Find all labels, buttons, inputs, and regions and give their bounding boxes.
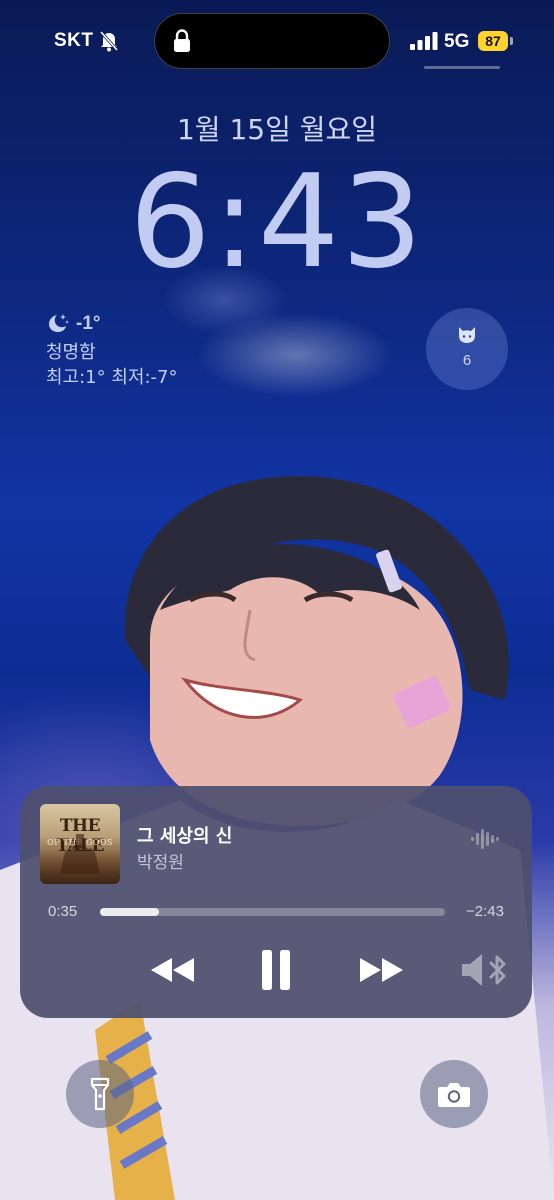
battery-tip [510,37,513,45]
song-title: 그 세상의 신 [137,826,233,847]
cat-face-icon [459,327,475,343]
elapsed-time: 0:35 [48,903,78,920]
weather-temperature: -1° [76,313,101,334]
carrier-label: SKT [54,30,94,51]
flashlight-icon [90,1077,110,1111]
weather-condition: 청명함 [46,342,96,363]
flashlight-button[interactable] [66,1060,134,1128]
cat-widget-count: 6 [462,352,472,369]
rewind-button[interactable] [148,946,198,994]
playback-progress-fill [100,908,159,916]
fast-forward-button[interactable] [356,946,406,994]
status-bar-handle[interactable] [424,66,500,69]
now-playing-widget[interactable]: THE TALE OF THE GODS 그 세상의 신 박정원 0:35 −2… [20,786,532,1018]
network-type-label: 5G [444,31,470,52]
album-art[interactable]: THE TALE OF THE GODS [40,804,120,884]
weather-high-low: 최고:1° 최저:-7° [46,367,178,388]
album-art-illustration [60,834,100,874]
silent-mode-icon [99,31,119,52]
lock-icon [174,29,190,52]
playback-scrubber[interactable] [100,908,445,916]
forward-icon [360,958,403,982]
moon-stars-icon [49,314,69,332]
battery-indicator: 87 [478,31,508,51]
status-bar: SKT 5G 87 [0,0,554,80]
weather-widget[interactable]: -1° 청명함 최고:1° 최저:-7° [46,310,266,390]
rewind-icon [151,958,194,982]
waveform-icon [471,829,499,849]
song-artist: 박정원 [137,853,184,873]
pause-icon [262,950,290,990]
dynamic-island[interactable] [154,13,390,69]
remaining-time: −2:43 [466,903,504,920]
speaker-bluetooth-icon [462,954,506,986]
lock-date: 1월 15일 월요일 [176,113,378,146]
cat-widget[interactable]: 6 [426,308,508,390]
camera-button[interactable] [420,1060,488,1128]
pause-button[interactable] [252,946,300,994]
audio-output-button[interactable] [458,946,510,994]
signal-icon [410,32,438,50]
camera-icon [438,1083,470,1107]
lock-time: 6:43 [129,148,425,297]
